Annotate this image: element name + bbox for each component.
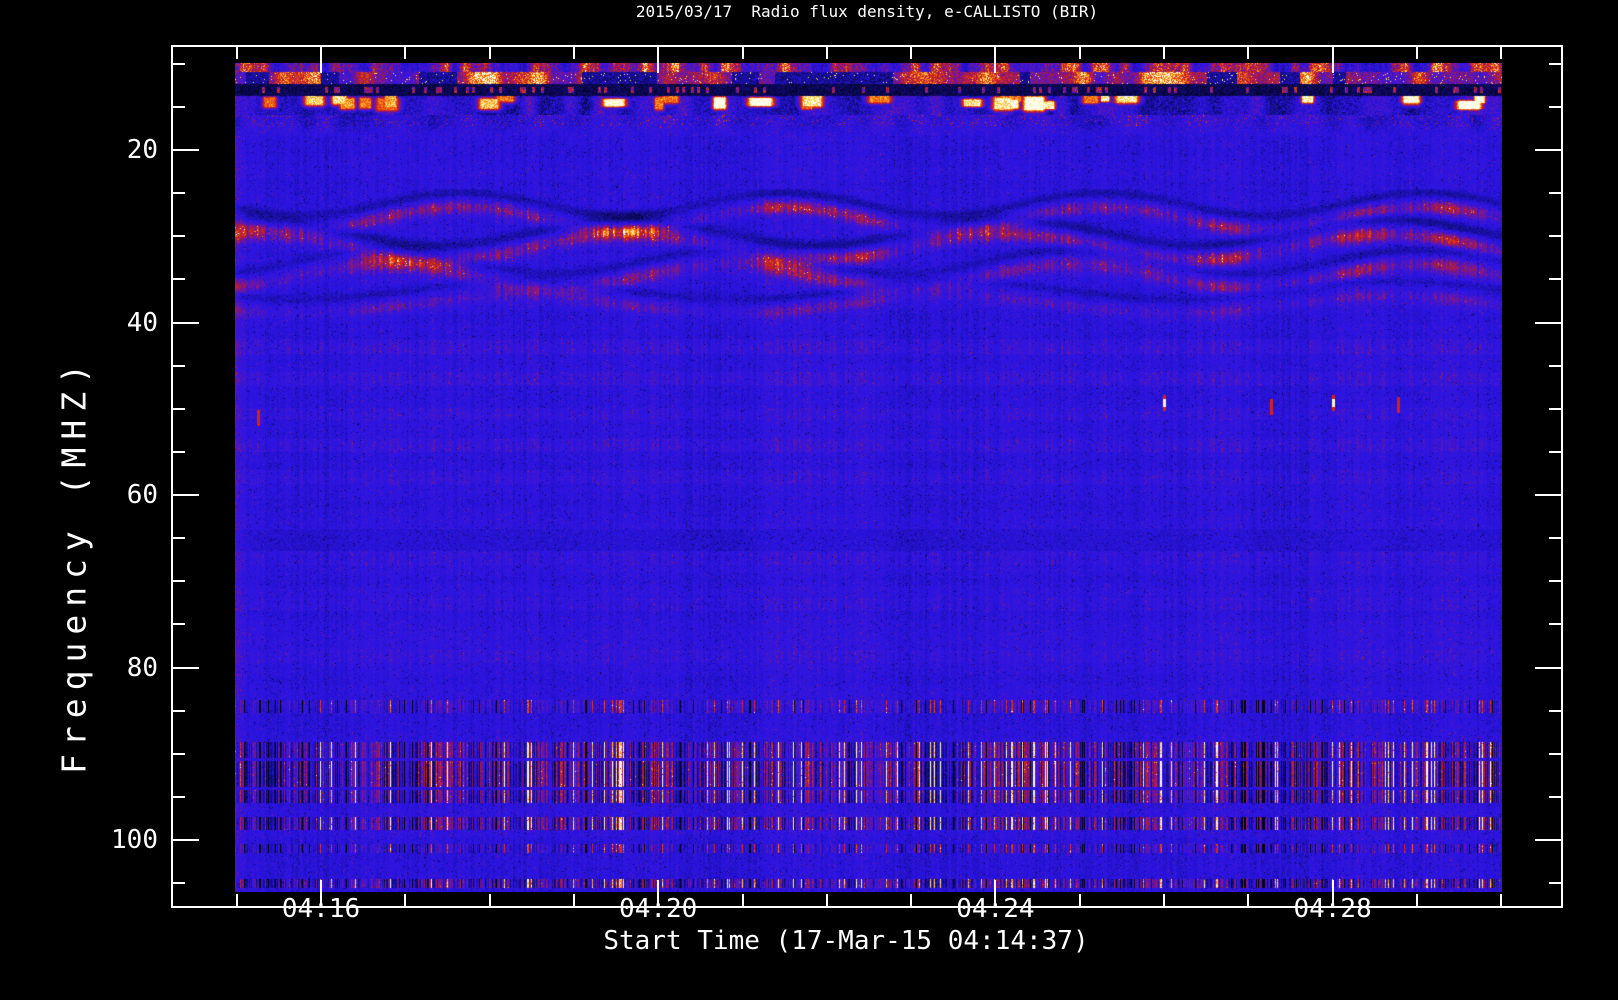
x-tick-label: 04:20 bbox=[619, 894, 698, 924]
y-tick-minor bbox=[173, 235, 185, 238]
x-tick-minor bbox=[1415, 894, 1418, 906]
x-tick-label: 04:28 bbox=[1293, 894, 1372, 924]
x-tick-label: 04:16 bbox=[281, 894, 361, 924]
x-tick-minor bbox=[825, 47, 828, 59]
y-tick-minor bbox=[173, 709, 185, 712]
y-tick-minor bbox=[1549, 623, 1561, 626]
x-tick-major bbox=[1331, 47, 1334, 73]
y-tick-minor bbox=[173, 407, 185, 410]
x-tick-minor bbox=[488, 47, 491, 59]
y-tick-minor bbox=[1549, 192, 1561, 195]
y-tick-minor bbox=[1549, 882, 1561, 885]
y-tick-major bbox=[173, 494, 199, 496]
x-tick-minor bbox=[1078, 47, 1081, 59]
y-tick-minor bbox=[1549, 752, 1561, 755]
x-tick-minor bbox=[572, 894, 575, 906]
y-tick-minor bbox=[1549, 450, 1561, 453]
y-axis-label: Frequency (MHZ) bbox=[54, 355, 94, 775]
x-tick-minor bbox=[825, 894, 828, 906]
y-tick-minor bbox=[1549, 105, 1561, 108]
y-tick-major bbox=[1535, 494, 1561, 496]
y-tick-minor bbox=[1549, 407, 1561, 410]
x-tick-major bbox=[994, 47, 997, 73]
y-tick-major bbox=[1535, 321, 1561, 324]
x-tick-minor bbox=[1247, 894, 1250, 906]
y-tick-minor bbox=[173, 580, 185, 583]
x-tick-minor bbox=[1163, 47, 1165, 59]
y-tick-minor bbox=[1549, 62, 1561, 65]
y-tick-major bbox=[173, 149, 199, 151]
x-tick-minor bbox=[572, 47, 575, 59]
x-tick-label: 04:24 bbox=[956, 894, 1035, 924]
x-tick-minor bbox=[1500, 894, 1503, 906]
y-tick-major bbox=[173, 666, 199, 669]
x-tick-minor bbox=[910, 894, 913, 906]
page-title: 2015/03/17 Radio flux density, e-CALLIST… bbox=[635, 2, 1099, 21]
x-axis-label: Start Time (17-Mar-15 04:14:37) bbox=[603, 926, 1089, 956]
y-tick-minor bbox=[1549, 709, 1561, 712]
y-tick-minor bbox=[173, 192, 185, 195]
x-tick-minor bbox=[910, 47, 913, 59]
x-tick-major bbox=[657, 47, 660, 73]
y-tick-major bbox=[1535, 839, 1561, 841]
x-tick-minor bbox=[488, 894, 491, 906]
y-tick-minor bbox=[173, 752, 185, 755]
y-tick-minor bbox=[1549, 235, 1561, 238]
x-tick-minor bbox=[1415, 47, 1418, 59]
x-tick-minor bbox=[741, 894, 744, 906]
x-tick-minor bbox=[1247, 47, 1250, 59]
y-tick-minor bbox=[173, 364, 185, 367]
x-tick-minor bbox=[404, 47, 407, 59]
y-tick-label: 40 bbox=[126, 307, 158, 338]
y-tick-minor bbox=[1549, 278, 1561, 281]
y-tick-major bbox=[173, 839, 199, 841]
y-tick-minor bbox=[173, 62, 185, 65]
y-tick-minor bbox=[1549, 364, 1561, 367]
y-tick-minor bbox=[173, 450, 185, 453]
x-tick-minor bbox=[1500, 47, 1503, 59]
y-tick-minor bbox=[1549, 580, 1561, 583]
y-tick-label: 100 bbox=[111, 825, 158, 855]
y-tick-minor bbox=[173, 882, 185, 885]
y-tick-minor bbox=[173, 795, 185, 798]
y-tick-major bbox=[1535, 149, 1561, 151]
x-tick-minor bbox=[235, 894, 238, 906]
callisto-spectrogram-page: 2015/03/17 Radio flux density, e-CALLIST… bbox=[0, 0, 1618, 1000]
y-tick-minor bbox=[1549, 537, 1561, 540]
plot-frame bbox=[171, 45, 1563, 908]
y-tick-major bbox=[1535, 666, 1561, 669]
y-tick-minor bbox=[1549, 795, 1561, 798]
x-tick-minor bbox=[1163, 894, 1165, 906]
x-tick-major bbox=[320, 47, 322, 73]
y-tick-label: 20 bbox=[126, 135, 158, 165]
y-tick-minor bbox=[173, 105, 185, 108]
y-tick-minor bbox=[173, 623, 185, 626]
y-tick-minor bbox=[173, 537, 185, 540]
x-tick-minor bbox=[235, 47, 238, 59]
y-tick-major bbox=[173, 321, 199, 324]
y-tick-minor bbox=[173, 278, 185, 281]
x-tick-minor bbox=[1078, 894, 1081, 906]
x-tick-minor bbox=[404, 894, 407, 906]
x-tick-minor bbox=[741, 47, 744, 59]
